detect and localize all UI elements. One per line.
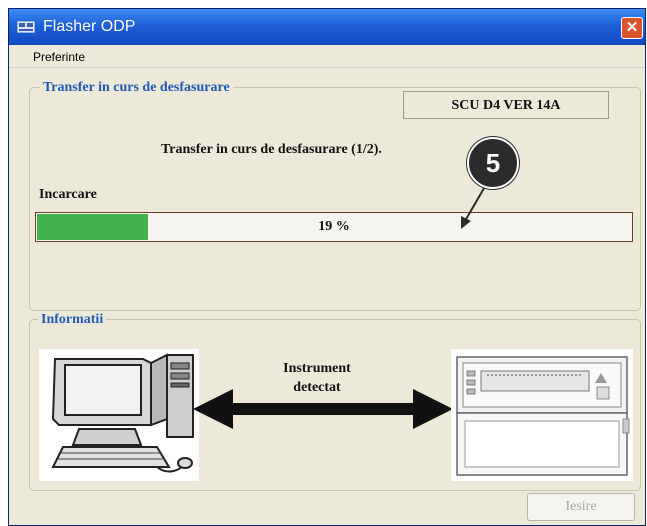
detect-line-2: detectat <box>293 380 341 395</box>
progress-bar: 19 % <box>35 212 633 242</box>
version-label: SCU D4 VER 14A <box>403 91 609 119</box>
menu-item-preferinte[interactable]: Preferinte <box>33 50 85 64</box>
title-bar[interactable]: Flasher ODP ✕ <box>9 9 645 45</box>
computer-icon <box>39 349 199 481</box>
instrument-device-icon <box>451 349 633 481</box>
app-icon <box>17 21 35 33</box>
close-button[interactable]: ✕ <box>621 17 643 39</box>
transfer-group-title: Transfer in curs de desfasurare <box>40 80 233 96</box>
load-label: Incarcare <box>39 187 97 202</box>
detect-line-1: Instrument <box>283 361 351 376</box>
progress-percent-text: 19 % <box>318 219 350 234</box>
step-callout-badge: 5 <box>467 137 519 189</box>
info-group-title: Informatii <box>38 312 107 328</box>
menu-bar: Preferinte <box>9 45 645 68</box>
instrument-detected-text: Instrument detectat <box>257 359 377 397</box>
window-title: Flasher ODP <box>43 18 136 35</box>
close-icon: ✕ <box>625 19 639 36</box>
transfer-group: Transfer in curs de desfasurare <box>29 80 641 311</box>
flasher-window: Flasher ODP ✕ Preferinte Transfer in cur… <box>8 8 646 526</box>
transfer-status-text: Transfer in curs de desfasurare (1/2). <box>161 142 382 157</box>
exit-button[interactable]: Iesire <box>527 493 635 521</box>
